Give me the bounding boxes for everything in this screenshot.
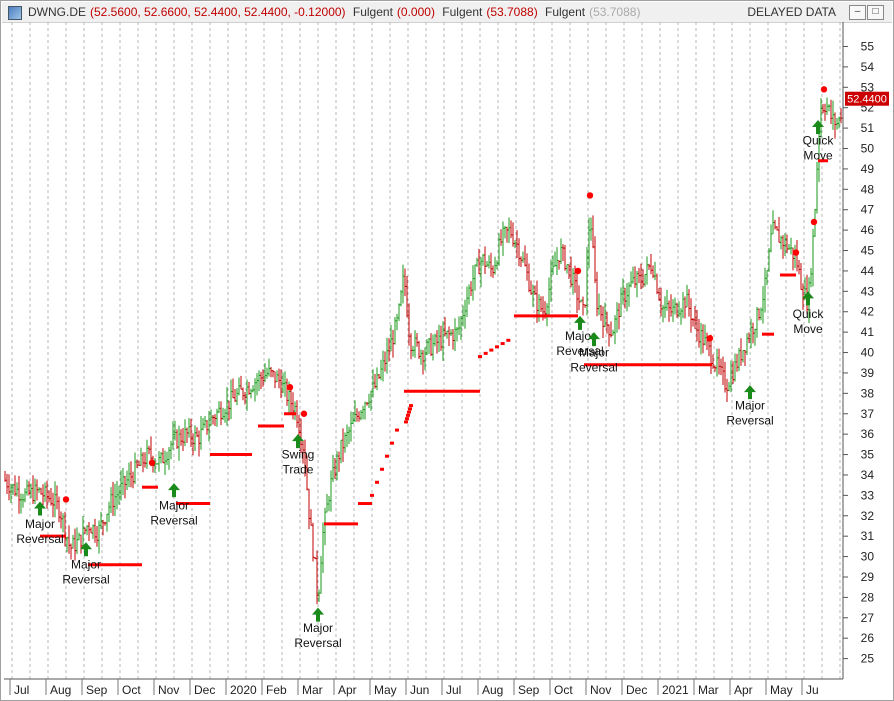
annotation-line1: Major — [303, 621, 333, 635]
y-tick-label: 50 — [861, 142, 875, 156]
y-tick-label: 49 — [861, 162, 875, 176]
annotation-line1: Major — [735, 399, 765, 413]
signal-dot — [820, 86, 828, 93]
y-tick-label: 27 — [861, 611, 875, 625]
y-tick-label: 37 — [861, 407, 875, 421]
y-tick-label: 47 — [861, 203, 875, 217]
x-tick-label: Oct — [554, 683, 573, 697]
y-tick-label: 46 — [861, 223, 875, 237]
up-arrow-icon — [574, 315, 586, 330]
annotation-line1: Quick — [793, 307, 825, 321]
x-tick-label: Nov — [590, 683, 611, 697]
last-price-label: 52.4400 — [847, 94, 887, 106]
x-tick-label: May — [374, 683, 397, 697]
annotation-line2: Reversal — [62, 573, 109, 587]
annotation-line2: Reversal — [570, 361, 617, 375]
signal-dot — [62, 496, 70, 503]
y-tick-label: 41 — [861, 325, 875, 339]
x-tick-label: 2021 — [662, 683, 689, 697]
x-tick-label: May — [770, 683, 793, 697]
y-tick-label: 35 — [861, 448, 875, 462]
y-tick-label: 40 — [861, 346, 875, 360]
y-tick-label: 45 — [861, 244, 875, 258]
x-tick-label: Dec — [194, 683, 215, 697]
x-tick-label: Aug — [482, 683, 503, 697]
x-tick-label: Feb — [266, 683, 287, 697]
x-tick-label: Mar — [302, 683, 323, 697]
signal-dot — [148, 459, 156, 466]
x-tick-label: Aug — [50, 683, 71, 697]
x-tick-label: Nov — [158, 683, 179, 697]
signal-dot — [286, 384, 294, 391]
up-arrow-icon — [312, 607, 324, 622]
y-tick-label: 32 — [861, 509, 875, 523]
annotation-line1: Major — [579, 346, 609, 360]
x-tick-label: 2020 — [230, 683, 257, 697]
annotation-line2: Reversal — [726, 414, 773, 428]
y-tick-label: 25 — [861, 652, 875, 666]
annotation-line1: Major — [71, 558, 101, 572]
annotation-line2: Move — [793, 322, 823, 336]
annotation-line2: Trade — [283, 463, 314, 477]
up-arrow-icon — [292, 434, 304, 449]
y-tick-label: 33 — [861, 488, 875, 502]
y-tick-label: 44 — [861, 264, 875, 278]
y-tick-label: 36 — [861, 427, 875, 441]
y-tick-label: 51 — [861, 121, 875, 135]
annotation-line2: Reversal — [16, 532, 63, 546]
x-tick-label: Ju — [806, 683, 819, 697]
annotation-line1: Major — [25, 517, 55, 531]
signal-dot — [792, 249, 800, 256]
y-tick-label: 55 — [861, 39, 875, 53]
up-arrow-icon — [744, 385, 756, 400]
signal-dot — [586, 192, 594, 199]
annotation-line2: Reversal — [294, 636, 341, 650]
y-tick-label: 39 — [861, 366, 875, 380]
x-tick-label: Sep — [518, 683, 540, 697]
signal-dot — [300, 410, 308, 417]
x-tick-label: Dec — [626, 683, 647, 697]
up-arrow-icon — [168, 483, 180, 498]
y-tick-label: 43 — [861, 284, 875, 298]
up-arrow-icon — [80, 542, 92, 557]
annotation-line1: Major — [159, 499, 189, 513]
signal-dot — [574, 267, 582, 275]
y-tick-label: 38 — [861, 386, 875, 400]
y-tick-label: 28 — [861, 590, 875, 604]
y-tick-label: 31 — [861, 529, 875, 543]
signal-dot — [810, 218, 818, 226]
y-tick-label: 48 — [861, 182, 875, 196]
annotation-line1: Quick — [803, 133, 835, 147]
x-tick-label: Sep — [86, 683, 108, 697]
x-tick-label: Mar — [698, 683, 719, 697]
x-tick-label: Apr — [338, 683, 357, 697]
annotation-line2: Move — [803, 148, 833, 162]
signal-dot — [706, 335, 714, 342]
x-tick-label: Apr — [734, 683, 753, 697]
price-chart: 25 26 27 28 29 30 31 32 33 34 35 36 37 38 39 40 41 42 43 44… — [4, 22, 889, 697]
y-tick-label: 26 — [861, 631, 875, 645]
x-tick-label: Oct — [122, 683, 141, 697]
x-tick-label: Jul — [446, 683, 461, 697]
y-tick-label: 34 — [861, 468, 875, 482]
y-tick-label: 29 — [861, 570, 875, 584]
up-arrow-icon — [34, 501, 46, 516]
y-tick-label: 30 — [861, 550, 875, 564]
x-tick-label: Jul — [14, 683, 29, 697]
annotation-line1: Swing — [282, 448, 315, 462]
x-tick-label: Jun — [410, 683, 429, 697]
y-tick-label: 42 — [861, 305, 875, 319]
annotation-line2: Reversal — [150, 514, 197, 528]
y-tick-label: 54 — [861, 60, 875, 74]
